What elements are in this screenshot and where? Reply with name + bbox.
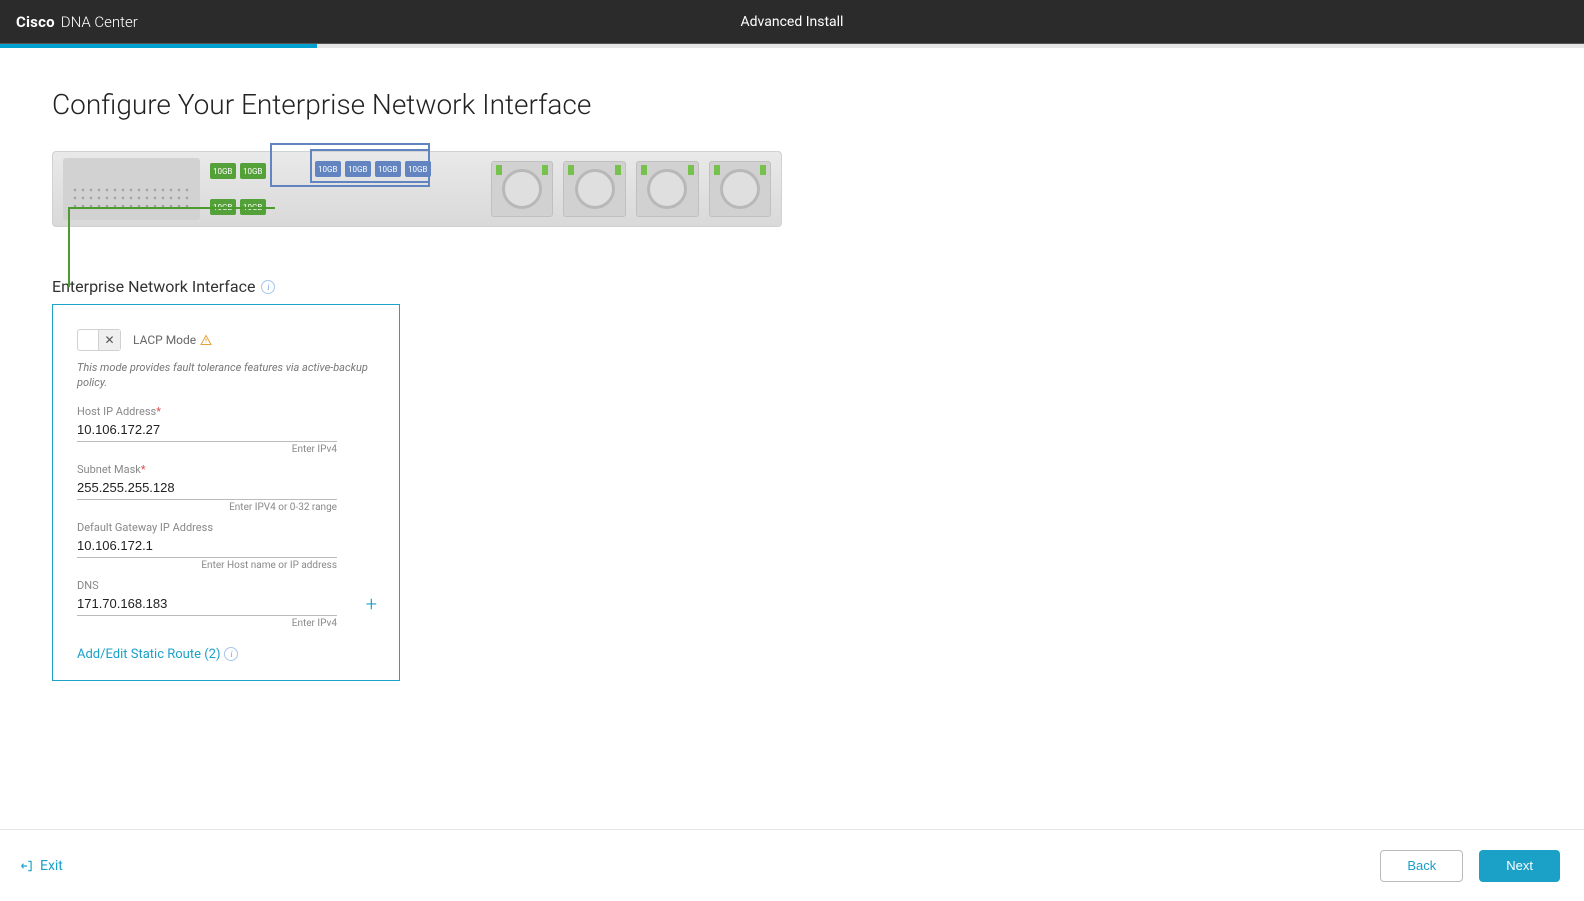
exit-link[interactable]: Exit [20, 858, 63, 874]
dns-hint: Enter IPv4 [77, 618, 337, 629]
brand-bold: Cisco [16, 13, 55, 31]
close-icon: ✕ [98, 330, 120, 350]
gateway-hint: Enter Host name or IP address [77, 560, 337, 571]
lacp-label: LACP Mode [133, 333, 196, 347]
port-10gb-green: 10GB [210, 163, 236, 179]
dns-input[interactable] [77, 592, 337, 616]
gateway-input[interactable] [77, 534, 337, 558]
exit-icon [20, 859, 34, 873]
port-10gb-blue: 10GB [405, 161, 431, 177]
brand: Cisco DNA Center [0, 13, 138, 31]
section-label-row: Enterprise Network Interface i [52, 277, 1532, 296]
mode-description: This mode provides fault tolerance featu… [77, 361, 375, 391]
add-dns-button[interactable]: + [366, 594, 377, 614]
brand-rest: DNA Center [61, 13, 138, 31]
host-ip-input[interactable] [77, 418, 337, 442]
progress-track [0, 44, 1584, 48]
top-bar: Cisco DNA Center Advanced Install [0, 0, 1584, 44]
psu-fan [491, 161, 554, 217]
dns-label: DNS [77, 579, 375, 592]
server-left-bay [63, 158, 200, 220]
next-button[interactable]: Next [1479, 850, 1560, 882]
connector-line [68, 207, 70, 287]
exit-label: Exit [40, 858, 63, 874]
port-10gb-blue: 10GB [315, 161, 341, 177]
subnet-input[interactable] [77, 476, 337, 500]
install-mode-title: Advanced Install [741, 14, 844, 30]
subnet-hint: Enter IPV4 or 0-32 range [77, 502, 337, 513]
page-title: Configure Your Enterprise Network Interf… [52, 88, 1532, 121]
back-button[interactable]: Back [1380, 850, 1463, 882]
server-diagram: 10GB 10GB 10GB 10GB 10GB 10GB 10GB [52, 151, 782, 227]
gateway-label: Default Gateway IP Address [77, 521, 375, 534]
footer: Exit Back Next [0, 829, 1584, 901]
port-10gb-blue: 10GB [375, 161, 401, 177]
port-10gb-blue: 10GB [345, 161, 371, 177]
info-icon[interactable]: i [261, 280, 275, 294]
warning-icon [200, 334, 212, 346]
psu-fan [563, 161, 626, 217]
static-route-link-label: Add/Edit Static Route (2) [77, 647, 220, 662]
form-panel: ✕ LACP Mode This mode provides fault tol… [52, 304, 400, 681]
psu-fan [709, 161, 772, 217]
lacp-label-row: LACP Mode [133, 333, 212, 347]
static-route-link[interactable]: Add/Edit Static Route (2) i [77, 647, 375, 662]
port-10gb-green: 10GB [240, 163, 266, 179]
info-icon: i [224, 647, 238, 661]
main-content: Configure Your Enterprise Network Interf… [0, 48, 1584, 681]
host-ip-hint: Enter IPv4 [77, 444, 337, 455]
progress-fill [0, 44, 317, 48]
host-ip-label: Host IP Address* [77, 405, 375, 418]
subnet-label: Subnet Mask* [77, 463, 375, 476]
psu-fan [636, 161, 699, 217]
section-label: Enterprise Network Interface [52, 277, 255, 296]
lacp-toggle[interactable]: ✕ [77, 329, 121, 351]
